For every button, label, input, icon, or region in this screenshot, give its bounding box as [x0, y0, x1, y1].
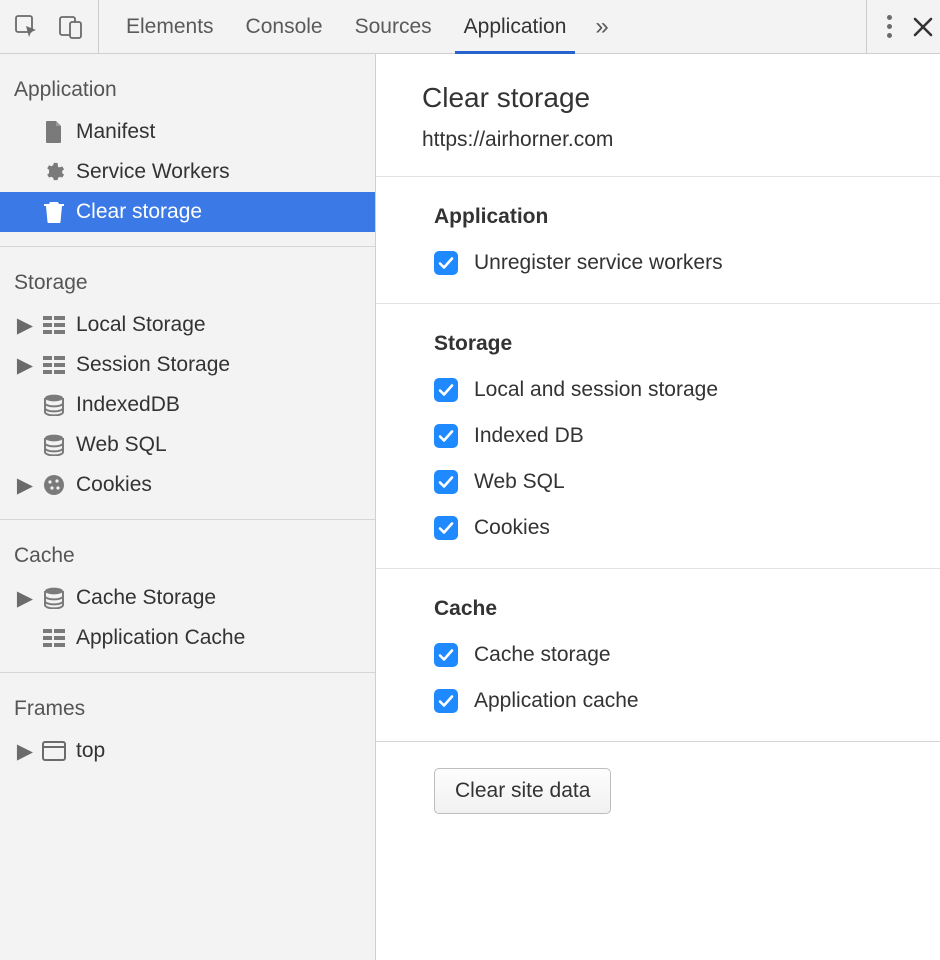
check-label: Web SQL [474, 470, 565, 494]
sidebar-item-clear-storage[interactable]: ▶ Clear storage [0, 192, 375, 232]
gear-icon [42, 160, 66, 184]
content-panel: Clear storage https://airhorner.com Appl… [376, 54, 940, 960]
section-title: Application [434, 205, 940, 229]
cookie-icon [42, 473, 66, 497]
tab-overflow-icon[interactable]: » [585, 13, 618, 41]
origin-url: https://airhorner.com [422, 128, 940, 152]
checkbox-icon [434, 251, 458, 275]
sidebar-item-label: Application Cache [76, 626, 245, 650]
toolbar-right [866, 0, 934, 53]
sidebar-item-label: Local Storage [76, 313, 206, 337]
check-indexeddb[interactable]: Indexed DB [434, 424, 940, 448]
sidebar-group-title: Frames [0, 673, 375, 731]
check-label: Local and session storage [474, 378, 718, 402]
sidebar-item-local-storage[interactable]: ▶ Local Storage [0, 305, 375, 345]
check-label: Indexed DB [474, 424, 584, 448]
button-row: Clear site data [376, 742, 940, 844]
tab-label: Console [246, 15, 323, 39]
sidebar-item-label: Cookies [76, 473, 152, 497]
checkbox-icon [434, 424, 458, 448]
check-label: Cache storage [474, 643, 611, 667]
devtools-toolbar: Elements Console Sources Application » [0, 0, 940, 54]
sidebar-item-label: Service Workers [76, 160, 230, 184]
sidebar-item-cache-storage[interactable]: ▶ Cache Storage [0, 578, 375, 618]
check-cookies[interactable]: Cookies [434, 516, 940, 540]
sidebar-item-websql[interactable]: ▶ Web SQL [0, 425, 375, 465]
sidebar-item-application-cache[interactable]: ▶ Application Cache [0, 618, 375, 658]
grid-icon [42, 353, 66, 377]
tab-label: Elements [126, 15, 214, 39]
trash-icon [42, 200, 66, 224]
page-title: Clear storage [422, 82, 940, 114]
tab-label: Sources [355, 15, 432, 39]
check-cache-storage[interactable]: Cache storage [434, 643, 940, 667]
check-websql[interactable]: Web SQL [434, 470, 940, 494]
section-cache: Cache Cache storage Application cache [376, 569, 940, 741]
sidebar-item-manifest[interactable]: ▶ Manifest [0, 112, 375, 152]
db-icon [42, 586, 66, 610]
check-application-cache[interactable]: Application cache [434, 689, 940, 713]
kebab-menu-icon[interactable] [881, 15, 898, 38]
sidebar-group-title: Cache [0, 520, 375, 578]
chevron-right-icon: ▶ [18, 586, 32, 611]
sidebar-group-title: Storage [0, 247, 375, 305]
tab-console[interactable]: Console [233, 0, 336, 53]
section-storage: Storage Local and session storage Indexe… [376, 304, 940, 569]
check-local-session[interactable]: Local and session storage [434, 378, 940, 402]
db-icon [42, 393, 66, 417]
db-icon [42, 433, 66, 457]
tab-elements[interactable]: Elements [113, 0, 227, 53]
grid-icon [42, 313, 66, 337]
sidebar-item-cookies[interactable]: ▶ Cookies [0, 465, 375, 505]
file-icon [42, 120, 66, 144]
inspect-icon[interactable] [14, 14, 40, 40]
section-title: Cache [434, 597, 940, 621]
checkbox-icon [434, 378, 458, 402]
checkbox-icon [434, 516, 458, 540]
sidebar-item-label: Manifest [76, 120, 155, 144]
tab-sources[interactable]: Sources [342, 0, 445, 53]
sidebar-item-top-frame[interactable]: ▶ top [0, 731, 375, 771]
grid-icon [42, 626, 66, 650]
sidebar-item-session-storage[interactable]: ▶ Session Storage [0, 345, 375, 385]
sidebar: Application ▶ Manifest ▶ Service Workers… [0, 54, 376, 960]
checkbox-icon [434, 689, 458, 713]
sidebar-item-indexeddb[interactable]: ▶ IndexedDB [0, 385, 375, 425]
sidebar-item-label: top [76, 739, 105, 763]
sidebar-group-title: Application [0, 54, 375, 112]
tab-label: Application [464, 15, 567, 39]
check-unregister-sw[interactable]: Unregister service workers [434, 251, 940, 275]
check-label: Cookies [474, 516, 550, 540]
chevron-right-icon: ▶ [18, 739, 32, 764]
sidebar-item-label: IndexedDB [76, 393, 180, 417]
check-label: Application cache [474, 689, 639, 713]
sidebar-item-label: Web SQL [76, 433, 167, 457]
device-toggle-icon[interactable] [58, 14, 84, 40]
sidebar-item-service-workers[interactable]: ▶ Service Workers [0, 152, 375, 192]
chevron-right-icon: ▶ [18, 353, 32, 378]
chevron-right-icon: ▶ [18, 473, 32, 498]
sidebar-item-label: Clear storage [76, 200, 202, 224]
toolbar-left-icons [14, 0, 99, 53]
main: Application ▶ Manifest ▶ Service Workers… [0, 54, 940, 960]
section-application: Application Unregister service workers [376, 177, 940, 304]
tab-application[interactable]: Application [451, 0, 580, 53]
content-header: Clear storage https://airhorner.com [376, 54, 940, 177]
sidebar-item-label: Cache Storage [76, 586, 216, 610]
checkbox-icon [434, 643, 458, 667]
clear-site-data-button[interactable]: Clear site data [434, 768, 611, 814]
check-label: Unregister service workers [474, 251, 723, 275]
checkbox-icon [434, 470, 458, 494]
chevron-right-icon: ▶ [18, 313, 32, 338]
close-icon[interactable] [912, 16, 934, 38]
section-title: Storage [434, 332, 940, 356]
window-icon [42, 739, 66, 763]
devtools-tabs: Elements Console Sources Application » [113, 0, 866, 53]
sidebar-item-label: Session Storage [76, 353, 230, 377]
